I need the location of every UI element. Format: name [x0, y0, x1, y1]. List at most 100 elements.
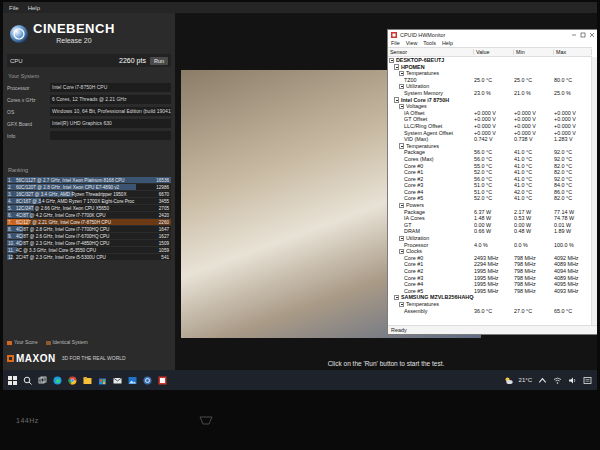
column-header[interactable]: Value	[474, 49, 514, 55]
ranking-row[interactable]: 11.4C @ 3.3 GHz, Intel Core i5-3550 CPU1…	[7, 247, 171, 253]
sensor-row[interactable]: Core #31995 MHz798 MHz4089 MHz	[388, 275, 591, 282]
refresh-rate-label: 144Hz	[16, 417, 39, 424]
sensor-row[interactable]: Core #02493 MHz798 MHz4092 MHz	[388, 255, 591, 262]
tree-node[interactable]: SAMSUNG MZVLB256HAHQ-000H1	[388, 294, 591, 301]
file-explorer-icon[interactable]	[83, 376, 92, 385]
store-icon[interactable]	[98, 376, 107, 385]
tree-node[interactable]: Voltages	[388, 103, 591, 110]
expand-toggle[interactable]	[399, 143, 404, 148]
sensor-row[interactable]: GT Offset+0.000 V+0.000 V+0.000 V	[388, 116, 591, 123]
sensor-row[interactable]: Processor4.0 %0.0 %100.0 %	[388, 242, 591, 249]
expand-toggle[interactable]	[399, 84, 404, 89]
run-button[interactable]: Run	[150, 57, 168, 65]
column-headers: SensorValueMinMax	[388, 47, 592, 57]
expand-toggle[interactable]	[399, 249, 404, 254]
menu-item[interactable]: Help	[28, 5, 40, 11]
bezel: 144Hz	[0, 390, 600, 450]
tree-node[interactable]: Utilization	[388, 235, 591, 242]
cinebench-app-icon[interactable]	[143, 376, 152, 385]
ranking-row[interactable]: 7.6C/12T @ 2.21 GHz, Intel Core i7-8750H…	[7, 219, 171, 225]
expand-toggle[interactable]	[399, 236, 404, 241]
sensor-row[interactable]: Core #152.0 °C41.0 °C82.0 °C	[388, 169, 591, 176]
photos-icon[interactable]	[128, 376, 137, 385]
tree-node[interactable]: HPOMEN	[388, 64, 591, 71]
sensor-row[interactable]: GT0.00 W0.00 W0.01 W	[388, 222, 591, 229]
mail-icon[interactable]	[113, 376, 122, 385]
expand-toggle[interactable]	[399, 104, 404, 109]
sensor-min: +0.000 V	[514, 116, 554, 123]
menu-item[interactable]: Help	[442, 40, 453, 46]
sensor-row[interactable]: VID (Max)0.742 V0.738 V1.283 V	[388, 136, 591, 143]
sensor-value: 51.0 °C	[474, 182, 514, 189]
task-view-icon	[38, 376, 47, 385]
expand-toggle[interactable]	[399, 302, 404, 307]
ranking-row[interactable]: 10.4C/8T @ 2.3 GHz, Intel Core i7-4850HQ…	[7, 240, 171, 246]
sensor-row[interactable]: Core #351.0 °C41.0 °C84.0 °C	[388, 182, 591, 189]
expand-toggle[interactable]	[394, 64, 399, 69]
tree-node[interactable]: DESKTOP-6BEUTJ	[388, 57, 591, 64]
ranking-row[interactable]: 6.4C/8T @ 4.2 GHz, Intel Core i7-7700K C…	[7, 212, 171, 218]
column-header[interactable]: Sensor	[388, 49, 474, 55]
expand-toggle[interactable]	[399, 71, 404, 76]
sensor-row[interactable]: IA Cores1.48 W0.53 W74.78 W	[388, 215, 591, 222]
tree-node[interactable]: Temperatures	[388, 143, 591, 150]
menu-item[interactable]: Tools	[423, 40, 436, 46]
tree-node[interactable]: Intel Core i7 8750H	[388, 97, 591, 104]
sensor-label: Core #0	[388, 163, 474, 170]
tree-node[interactable]: Powers	[388, 202, 591, 209]
ranking-row[interactable]: 5.12C/24T @ 2.66 GHz, Intel Xeon CPU X56…	[7, 205, 171, 211]
sensor-row[interactable]: System Memory23.0 %21.0 %25.0 %	[388, 90, 591, 97]
ranking-row[interactable]: 9.4C/8T @ 2.6 GHz, Intel Core i7-6700HQ …	[7, 233, 171, 239]
sensor-row[interactable]: Assembly36.0 °C27.0 °C65.0 °C	[388, 308, 591, 315]
menu-item[interactable]: View	[406, 40, 418, 46]
column-header[interactable]: Max	[554, 49, 592, 55]
sensor-row[interactable]: Cores (Max)56.0 °C41.0 °C92.0 °C	[388, 156, 591, 163]
menu-item[interactable]: File	[391, 40, 400, 46]
column-header[interactable]: Min	[514, 49, 554, 55]
sensor-row[interactable]: Core #055.0 °C41.0 °C82.0 °C	[388, 163, 591, 170]
sensor-row[interactable]: Core #12294 MHz798 MHz4089 MHz	[388, 261, 591, 268]
edge-icon[interactable]	[53, 376, 62, 385]
expand-toggle[interactable]	[399, 203, 404, 208]
sensor-row[interactable]: Core #552.0 °C41.0 °C82.0 °C	[388, 195, 591, 202]
sensor-name: Core #5	[404, 195, 423, 202]
ranking-row[interactable]: 2.60C/120T @ 2.8 GHz, Intel Xeon CPU E7-…	[7, 184, 171, 190]
sensor-row[interactable]: Core #51995 MHz798 MHz4093 MHz	[388, 288, 591, 295]
sensor-row[interactable]: Package56.0 °C41.0 °C92.0 °C	[388, 149, 591, 156]
weather-temperature[interactable]: 21°C	[519, 377, 532, 383]
sensor-row[interactable]: System Agent Offset+0.000 V+0.000 V+0.00…	[388, 130, 591, 137]
close-icon[interactable]	[589, 32, 595, 38]
sensor-row[interactable]: LLC/Ring Offset+0.000 V+0.000 V+0.000 V	[388, 123, 591, 130]
sensor-row[interactable]: Core #256.0 °C41.0 °C92.0 °C	[388, 176, 591, 183]
expand-toggle[interactable]	[389, 58, 394, 63]
sensor-row[interactable]: IA Offset+0.000 V+0.000 V+0.000 V	[388, 110, 591, 117]
scrollbar[interactable]	[591, 57, 597, 325]
sensor-label: Intel Core i7 8750H	[388, 97, 474, 104]
sensor-row[interactable]: Core #21995 MHz798 MHz4094 MHz	[388, 268, 591, 275]
rank-cpu: 56C/112T @ 2.7 GHz, Intel Xeon Platinum …	[16, 178, 156, 183]
sensor-row[interactable]: TZ0025.0 °C25.0 °C80.0 °C	[388, 77, 591, 84]
tree-node[interactable]: Clocks	[388, 248, 591, 255]
sensor-row[interactable]: DRAM0.66 W0.48 W1.89 W	[388, 228, 591, 235]
sensor-row[interactable]: Core #451.0 °C42.0 °C86.0 °C	[388, 189, 591, 196]
ranking-row[interactable]: 4.8C/16T @ 3.4 GHz, AMD Ryzen 7 1700X Ei…	[7, 198, 171, 204]
sensor-row[interactable]: Package6.37 W2.17 W77.14 W	[388, 209, 591, 216]
ranking-row[interactable]: 8.4C/8T @ 2.8 GHz, Intel Core i7-7700HQ …	[7, 226, 171, 232]
hwmonitor-app-icon[interactable]	[158, 376, 167, 385]
sensor-row[interactable]: Core #41995 MHz798 MHz4095 MHz	[388, 281, 591, 288]
expand-toggle[interactable]	[394, 97, 399, 102]
tree-node[interactable]: Temperatures	[388, 301, 591, 308]
ranking-row[interactable]: 3.16C/32T @ 3.4 GHz, AMD Ryzen Threadrip…	[7, 191, 171, 197]
tree-node[interactable]: Temperatures	[388, 70, 591, 77]
ranking-row[interactable]: 1.56C/112T @ 2.7 GHz, Intel Xeon Platinu…	[7, 177, 171, 183]
sensor-name: GT	[404, 222, 412, 229]
tree-node[interactable]: Utilization	[388, 83, 591, 90]
sensor-max: 84.0 °C	[554, 182, 591, 189]
empty-cell	[514, 294, 554, 301]
menu-item[interactable]: File	[9, 5, 19, 11]
expand-toggle[interactable]	[394, 295, 399, 300]
chrome-icon[interactable]	[68, 376, 77, 385]
ranking-row[interactable]: 12.2C/4T @ 2.3 GHz, Intel Core i5-5300U …	[7, 254, 171, 260]
maximize-icon[interactable]	[580, 32, 586, 38]
minimize-icon[interactable]	[571, 32, 577, 38]
